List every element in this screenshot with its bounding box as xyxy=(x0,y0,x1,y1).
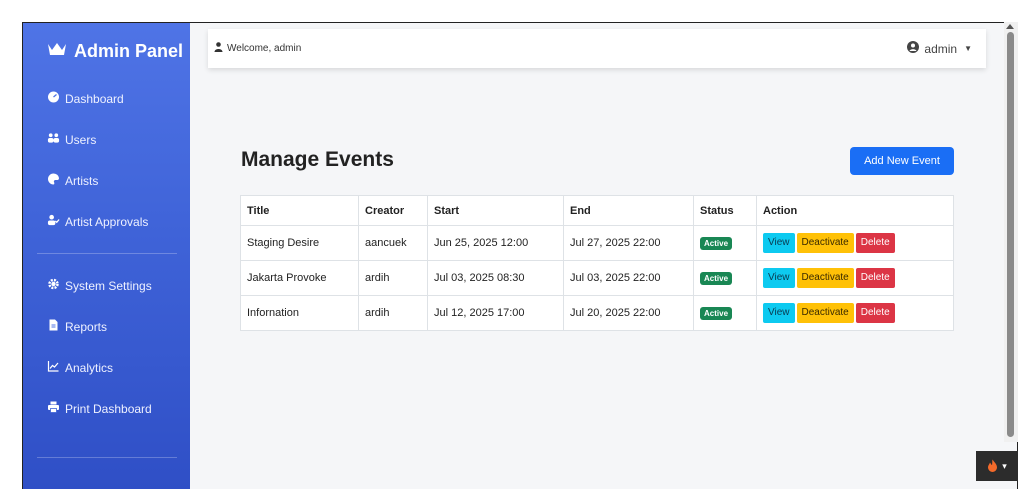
cell-end: Jul 27, 2025 22:00 xyxy=(563,225,694,261)
cell-start: Jul 12, 2025 17:00 xyxy=(427,295,564,331)
cell-creator: aancuek xyxy=(358,225,428,261)
cell-actions: View Deactivate Delete xyxy=(756,295,954,331)
delete-button[interactable]: Delete xyxy=(855,268,895,288)
cell-title: Staging Desire xyxy=(240,225,359,261)
print-icon xyxy=(47,401,60,416)
cell-status: Active xyxy=(693,295,757,331)
caret-down-icon: ▼ xyxy=(964,44,972,53)
deactivate-button[interactable]: Deactivate xyxy=(796,268,854,288)
view-button[interactable]: View xyxy=(763,233,795,253)
sidebar-item-label: Analytics xyxy=(65,360,114,375)
deactivate-button[interactable]: Deactivate xyxy=(796,303,854,323)
user-circle-icon xyxy=(907,41,920,56)
cell-status: Active xyxy=(693,260,757,296)
events-table: Title Creator Start End Status Action St… xyxy=(240,195,954,331)
cell-creator: ardih xyxy=(358,295,428,331)
column-header-status: Status xyxy=(693,195,757,226)
sidebar-item-analytics[interactable]: Analytics xyxy=(47,360,113,375)
table-row: Infornation ardih Jul 12, 2025 17:00 Jul… xyxy=(240,295,954,331)
sidebar-item-label: Reports xyxy=(65,319,108,334)
view-button[interactable]: View xyxy=(763,268,795,288)
users-icon xyxy=(47,132,60,147)
cell-status: Active xyxy=(693,225,757,261)
topbar: Welcome, admin admin ▼ xyxy=(208,29,986,68)
sidebar-item-label: System Settings xyxy=(65,278,152,293)
sidebar-item-artists[interactable]: Artists xyxy=(47,173,98,188)
column-header-start: Start xyxy=(427,195,564,226)
flame-icon xyxy=(987,459,998,474)
welcome-text: Welcome, admin xyxy=(227,43,302,54)
delete-button[interactable]: Delete xyxy=(855,233,895,253)
sidebar-item-label: Users xyxy=(65,132,97,147)
user-dropdown[interactable]: admin ▼ xyxy=(907,41,972,56)
cell-creator: ardih xyxy=(358,260,428,296)
sidebar-item-label: Print Dashboard xyxy=(65,401,152,416)
sidebar-item-label: Artists xyxy=(65,173,99,188)
sidebar-item-reports[interactable]: Reports xyxy=(47,319,107,334)
status-badge: Active xyxy=(700,306,733,320)
cell-end: Jul 20, 2025 22:00 xyxy=(563,295,694,331)
table-row: Staging Desire aancuek Jun 25, 2025 12:0… xyxy=(240,225,954,261)
chart-line-icon xyxy=(47,360,60,375)
tachometer-icon xyxy=(47,91,60,106)
column-header-creator: Creator xyxy=(358,195,428,226)
table-header-row: Title Creator Start End Status Action xyxy=(240,195,954,226)
cell-start: Jul 03, 2025 08:30 xyxy=(427,260,564,296)
deactivate-button[interactable]: Deactivate xyxy=(796,233,854,253)
delete-button[interactable]: Delete xyxy=(855,303,895,323)
palette-icon xyxy=(47,173,60,188)
table-row: Jakarta Provoke ardih Jul 03, 2025 08:30… xyxy=(240,260,954,296)
add-new-event-button[interactable]: Add New Event xyxy=(850,147,954,175)
column-header-action: Action xyxy=(756,195,954,226)
sidebar-item-print-dashboard[interactable]: Print Dashboard xyxy=(47,401,152,416)
sidebar-item-label: Artist Approvals xyxy=(65,214,149,229)
column-header-title: Title xyxy=(240,195,359,226)
cell-end: Jul 03, 2025 22:00 xyxy=(563,260,694,296)
sidebar-item-system-settings[interactable]: System Settings xyxy=(47,278,152,293)
cell-actions: View Deactivate Delete xyxy=(756,260,954,296)
welcome-message: Welcome, admin xyxy=(214,42,301,55)
user-icon xyxy=(214,42,223,55)
view-button[interactable]: View xyxy=(763,303,795,323)
column-header-end: End xyxy=(563,195,694,226)
brand-title: Admin Panel xyxy=(74,40,184,61)
cell-title: Jakarta Provoke xyxy=(240,260,359,296)
cog-icon xyxy=(47,278,60,293)
sidebar-item-dashboard[interactable]: Dashboard xyxy=(47,91,124,106)
user-name: admin xyxy=(924,41,958,56)
crown-icon xyxy=(47,41,67,62)
cell-actions: View Deactivate Delete xyxy=(756,225,954,261)
sidebar-divider xyxy=(37,457,177,458)
sidebar-divider xyxy=(37,253,177,254)
cell-title: Infornation xyxy=(240,295,359,331)
corner-widget[interactable]: ▾ xyxy=(976,451,1018,481)
scroll-up-arrow-icon[interactable] xyxy=(1006,24,1014,29)
brand[interactable]: Admin Panel xyxy=(47,39,183,63)
user-check-icon xyxy=(47,214,60,229)
chevron-down-icon: ▾ xyxy=(1002,460,1007,471)
page-title: Manage Events xyxy=(241,148,394,171)
status-badge: Active xyxy=(700,271,733,285)
sidebar-item-artist-approvals[interactable]: Artist Approvals xyxy=(47,214,148,229)
app-window: Admin Panel Dashboard Users Artists Arti… xyxy=(22,22,1018,489)
file-icon xyxy=(47,319,60,334)
sidebar-item-label: Dashboard xyxy=(65,91,124,106)
sidebar: Admin Panel Dashboard Users Artists Arti… xyxy=(23,23,190,489)
sidebar-item-users[interactable]: Users xyxy=(47,132,96,147)
cell-start: Jun 25, 2025 12:00 xyxy=(427,225,564,261)
status-badge: Active xyxy=(700,236,733,250)
scrollbar-thumb[interactable] xyxy=(1007,32,1014,437)
